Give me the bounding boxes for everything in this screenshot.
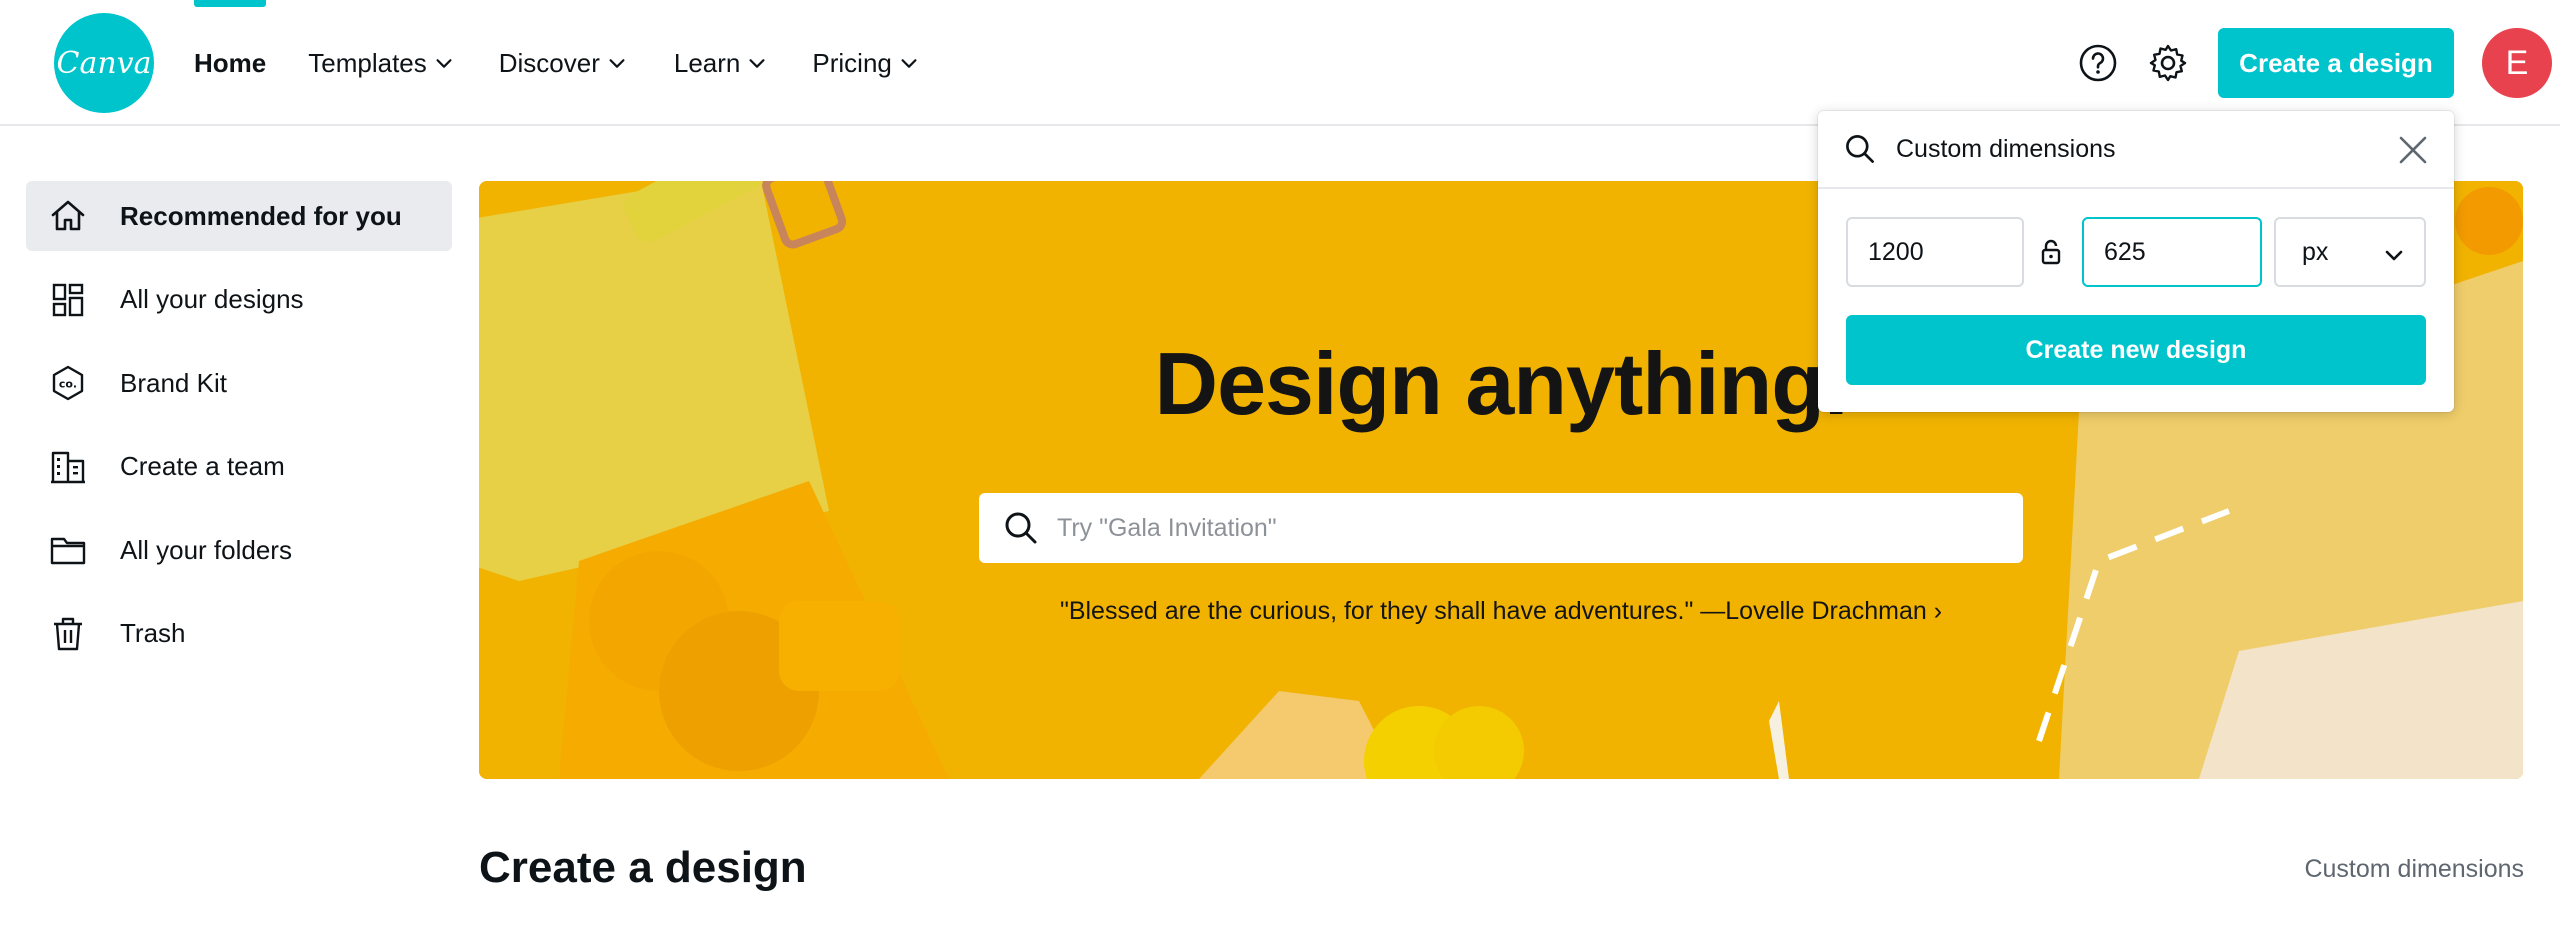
nav-home-label: Home (194, 47, 267, 78)
sidebar-item-label: Create a team (120, 451, 285, 481)
hero-quote-link[interactable]: "Blessed are the curious, for they shall… (479, 597, 2523, 626)
nav-discover[interactable]: Discover (499, 0, 628, 126)
popover-search-bar (1818, 111, 2454, 189)
search-icon (1005, 512, 1037, 544)
avatar[interactable]: E (2482, 28, 2552, 98)
nav-templates-label: Templates (308, 47, 427, 78)
create-design-button[interactable]: Create a design (2218, 28, 2454, 98)
sidebar-item-recommended[interactable]: Recommended for you (26, 181, 452, 251)
hero-search-bar[interactable] (979, 493, 2023, 563)
brand-kit-icon: co. (48, 363, 88, 403)
grid-icon (48, 280, 88, 320)
lock-icon[interactable] (2036, 237, 2066, 267)
custom-dimensions-popover: px Create new design (1818, 111, 2454, 412)
sidebar-item-label: Trash (120, 618, 186, 648)
gear-icon[interactable] (2148, 43, 2188, 83)
sidebar-item-label: Brand Kit (120, 367, 227, 398)
create-design-button-label: Create a design (2239, 47, 2433, 78)
home-icon (48, 196, 88, 236)
sidebar-item-label: All your folders (120, 534, 292, 565)
sidebar: Recommended for you All your designs co.… (26, 181, 452, 682)
nav-learn[interactable]: Learn (674, 0, 769, 126)
sidebar-item-folders[interactable]: All your folders (26, 515, 452, 585)
top-header: Canva Home Templates Discover Learn Pric… (0, 0, 2560, 126)
sidebar-item-label: All your designs (120, 284, 304, 314)
unit-select-value: px (2302, 237, 2329, 266)
search-icon (1846, 135, 1874, 163)
canva-logo[interactable]: Canva (54, 13, 154, 113)
popover-search-input[interactable] (1896, 134, 2376, 164)
nav-learn-label: Learn (673, 47, 741, 78)
create-new-design-label: Create new design (2025, 335, 2247, 364)
nav-pricing-label: Pricing (812, 47, 892, 78)
chevron-down-icon (609, 59, 625, 68)
avatar-initial: E (2505, 43, 2529, 82)
sidebar-item-brand-kit[interactable]: co. Brand Kit (26, 348, 452, 418)
sidebar-item-label: Recommended for you (120, 200, 402, 231)
height-input[interactable] (2082, 217, 2262, 287)
nav-templates[interactable]: Templates (308, 0, 455, 126)
create-new-design-button[interactable]: Create new design (1846, 315, 2426, 385)
section-title: Create a design (479, 843, 807, 892)
team-icon (48, 447, 88, 487)
nav-discover-label: Discover (498, 47, 600, 78)
main-nav: Home Templates Discover Learn Pricing (194, 0, 920, 126)
custom-dimensions-link[interactable]: Custom dimensions (2304, 855, 2524, 884)
svg-text:co.: co. (59, 378, 77, 391)
chevron-down-icon (901, 59, 917, 68)
help-icon[interactable] (2078, 43, 2118, 83)
folder-icon (48, 530, 88, 570)
width-input[interactable] (1846, 217, 2024, 287)
chevron-down-icon (436, 59, 452, 68)
chevron-down-icon (2385, 250, 2403, 261)
sidebar-item-all-designs[interactable]: All your designs (26, 265, 452, 335)
nav-pricing[interactable]: Pricing (812, 0, 919, 126)
sidebar-item-trash[interactable]: Trash (26, 599, 452, 669)
hero-search-input[interactable] (1057, 513, 1957, 543)
close-icon[interactable] (2396, 133, 2430, 167)
logo-text: Canva (56, 45, 152, 81)
unit-select[interactable]: px (2274, 217, 2426, 287)
trash-icon (48, 614, 88, 654)
nav-home[interactable]: Home (194, 0, 266, 126)
sidebar-item-create-team[interactable]: Create a team (26, 432, 452, 502)
chevron-down-icon (749, 59, 765, 68)
